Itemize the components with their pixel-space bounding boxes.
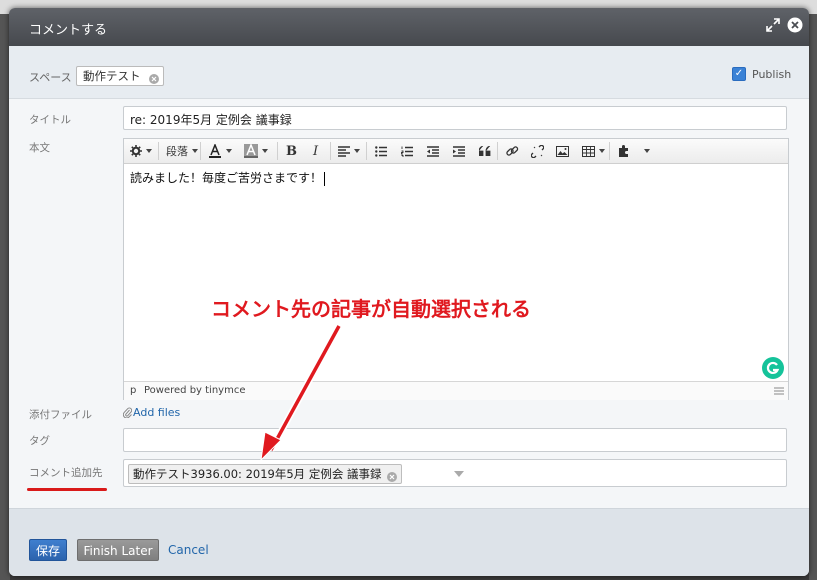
annotation-arrow	[260, 324, 343, 462]
annotation-text: コメント先の記事が自動選択される	[211, 297, 531, 321]
background-right	[809, 14, 817, 580]
save-button[interactable]: 保存	[29, 539, 67, 561]
comment-modal: コメントする スペース 動作テスト ✓ Publish タイトル re: 201…	[9, 8, 809, 576]
cancel-button[interactable]: Cancel	[168, 543, 209, 557]
modal-footer: 保存 Finish Later Cancel	[9, 508, 809, 576]
finish-later-button[interactable]: Finish Later	[77, 539, 159, 561]
